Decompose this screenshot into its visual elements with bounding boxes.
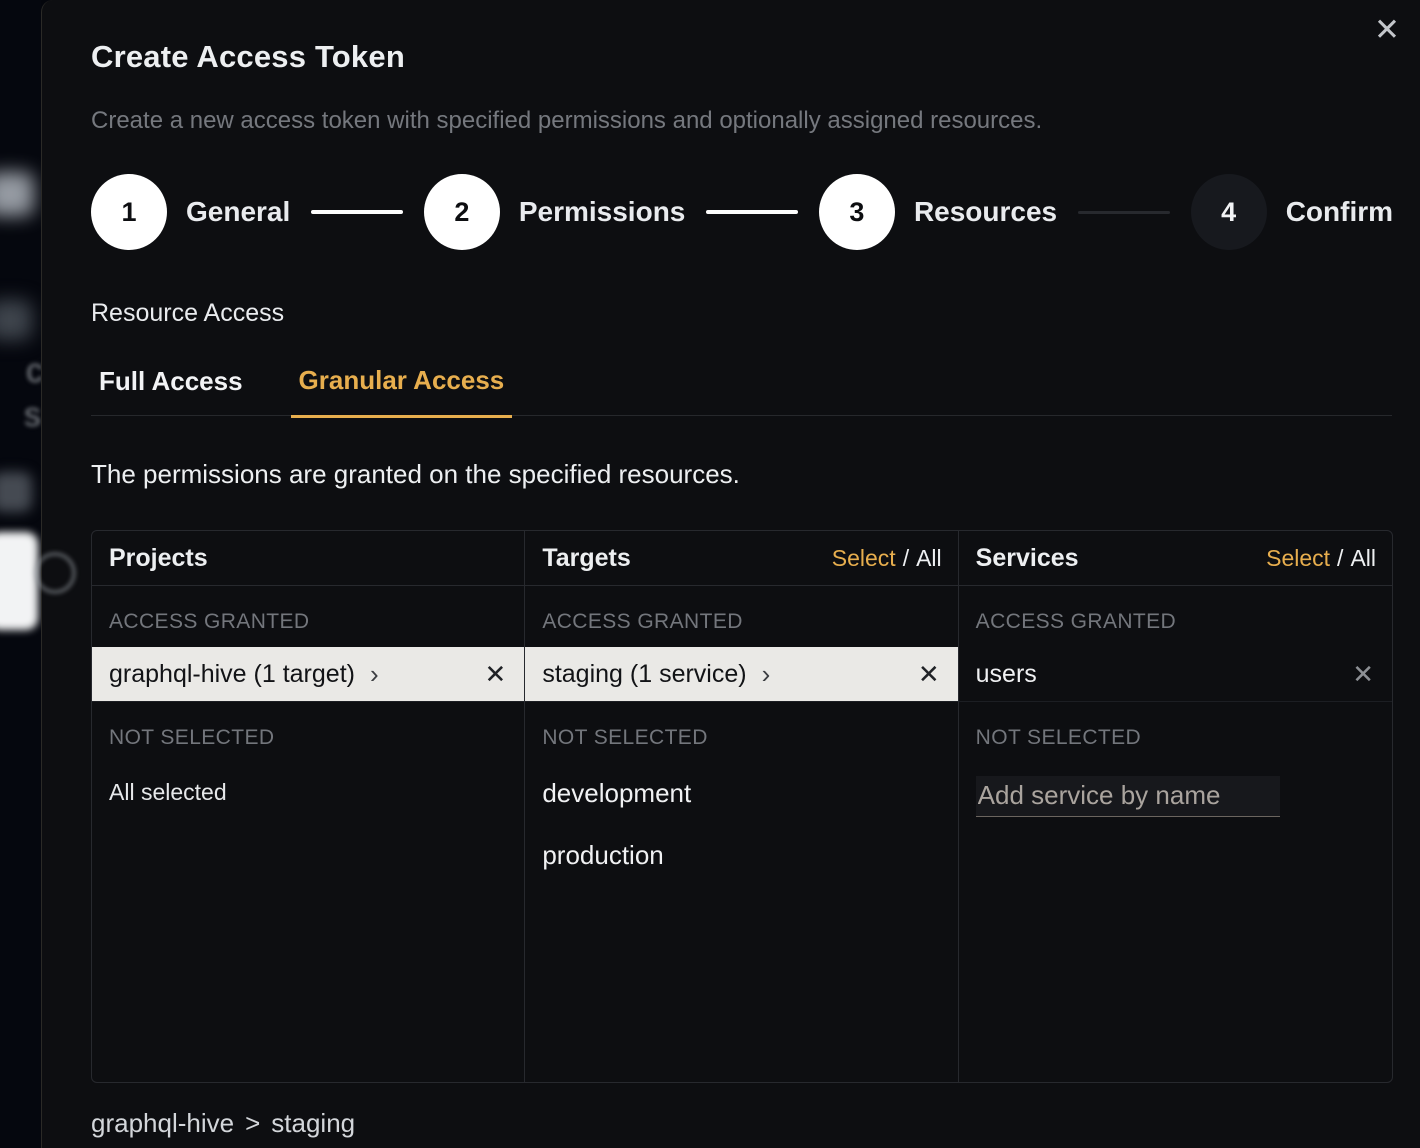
column-title: Services: [976, 544, 1079, 573]
projects-column: Projects ACCESS GRANTED graphql-hive (1 …: [92, 531, 525, 1082]
select-all-separator: /: [903, 545, 909, 571]
breadcrumb-project: graphql-hive: [91, 1108, 234, 1138]
targets-all-link[interactable]: All: [916, 545, 942, 571]
remove-service-icon[interactable]: ✕: [1352, 661, 1374, 687]
backdrop-blur-card: [0, 532, 38, 630]
backdrop-blur-blob: [0, 300, 32, 340]
projects-granted-section: ACCESS GRANTED graphql-hive (1 target) ›…: [92, 586, 524, 702]
dialog-subtitle: Create a new access token with specified…: [91, 107, 1392, 135]
step-connector: [1078, 211, 1170, 214]
targets-granted-section: ACCESS GRANTED staging (1 service) › ✕: [525, 586, 957, 702]
column-title: Targets: [542, 544, 630, 573]
step-connector: [311, 210, 403, 214]
targets-select-all: Select / All: [832, 545, 942, 572]
backdrop-text-fragment: s: [24, 396, 41, 435]
target-item-production[interactable]: production: [525, 825, 957, 887]
breadcrumb-target: staging: [271, 1108, 355, 1138]
stepper: 1 General 2 Permissions 3 Resources 4 Co…: [91, 174, 1393, 250]
services-select-link[interactable]: Select: [1266, 545, 1330, 571]
step-number: 3: [819, 174, 895, 250]
selected-project-row[interactable]: graphql-hive (1 target) › ✕: [92, 647, 524, 701]
access-granted-label: ACCESS GRANTED: [525, 586, 957, 647]
projects-all-selected-note: All selected: [92, 763, 524, 822]
select-all-separator: /: [1337, 545, 1343, 571]
targets-header: Targets Select / All: [525, 531, 957, 586]
services-all-link[interactable]: All: [1350, 545, 1376, 571]
tab-full-access[interactable]: Full Access: [91, 365, 251, 416]
step-label: General: [186, 196, 290, 228]
breadcrumb-separator: >: [245, 1108, 260, 1138]
not-selected-label: NOT SELECTED: [92, 702, 524, 763]
targets-column: Targets Select / All ACCESS GRANTED stagin…: [525, 531, 958, 1082]
step-confirm[interactable]: 4 Confirm: [1191, 174, 1393, 250]
projects-header: Projects: [92, 531, 524, 586]
chevron-right-icon[interactable]: ›: [762, 661, 771, 687]
services-column: Services Select / All ACCESS GRANTED users…: [959, 531, 1392, 1082]
not-selected-label: NOT SELECTED: [959, 702, 1392, 763]
access-mode-tabs: Full Access Granular Access: [91, 364, 1392, 416]
resource-access-heading: Resource Access: [91, 299, 1392, 328]
access-granted-label: ACCESS GRANTED: [959, 586, 1392, 647]
add-service-input[interactable]: [976, 776, 1280, 817]
column-title: Projects: [109, 544, 208, 573]
selected-target-row[interactable]: staging (1 service) › ✕: [525, 647, 957, 701]
remove-target-icon[interactable]: ✕: [918, 661, 940, 687]
services-header: Services Select / All: [959, 531, 1392, 586]
step-connector: [706, 210, 798, 214]
granted-service-row: users ✕: [959, 647, 1392, 701]
chevron-right-icon[interactable]: ›: [370, 661, 379, 687]
target-item-development[interactable]: development: [525, 763, 957, 825]
resource-picker-table: Projects ACCESS GRANTED graphql-hive (1 …: [91, 530, 1393, 1083]
step-general[interactable]: 1 General: [91, 174, 290, 250]
step-number: 2: [424, 174, 500, 250]
backdrop-circle-glyph: [34, 552, 76, 594]
granted-service-label: users: [976, 660, 1037, 689]
services-select-all: Select / All: [1266, 545, 1376, 572]
backdrop-blur-blob: [0, 472, 32, 512]
not-selected-label: NOT SELECTED: [525, 702, 957, 763]
remove-project-icon[interactable]: ✕: [485, 661, 507, 687]
tab-granular-access[interactable]: Granular Access: [291, 365, 513, 418]
create-access-token-dialog: ✕ Create Access Token Create a new acces…: [41, 0, 1420, 1148]
step-label: Confirm: [1286, 196, 1393, 228]
step-permissions[interactable]: 2 Permissions: [424, 174, 686, 250]
granular-description: The permissions are granted on the speci…: [91, 459, 1392, 490]
dialog-title: Create Access Token: [91, 0, 1392, 75]
close-icon[interactable]: ✕: [1374, 14, 1400, 45]
step-number: 4: [1191, 174, 1267, 250]
step-label: Resources: [914, 196, 1057, 228]
step-resources[interactable]: 3 Resources: [819, 174, 1057, 250]
services-granted-section: ACCESS GRANTED users ✕: [959, 586, 1392, 702]
targets-select-link[interactable]: Select: [832, 545, 896, 571]
step-label: Permissions: [519, 196, 686, 228]
selected-target-label: staging (1 service): [542, 660, 746, 689]
access-granted-label: ACCESS GRANTED: [92, 586, 524, 647]
step-number: 1: [91, 174, 167, 250]
backdrop-blur-blob: [0, 172, 34, 216]
breadcrumb: graphql-hive > staging: [91, 1108, 1392, 1139]
selected-project-label: graphql-hive (1 target): [109, 660, 355, 689]
